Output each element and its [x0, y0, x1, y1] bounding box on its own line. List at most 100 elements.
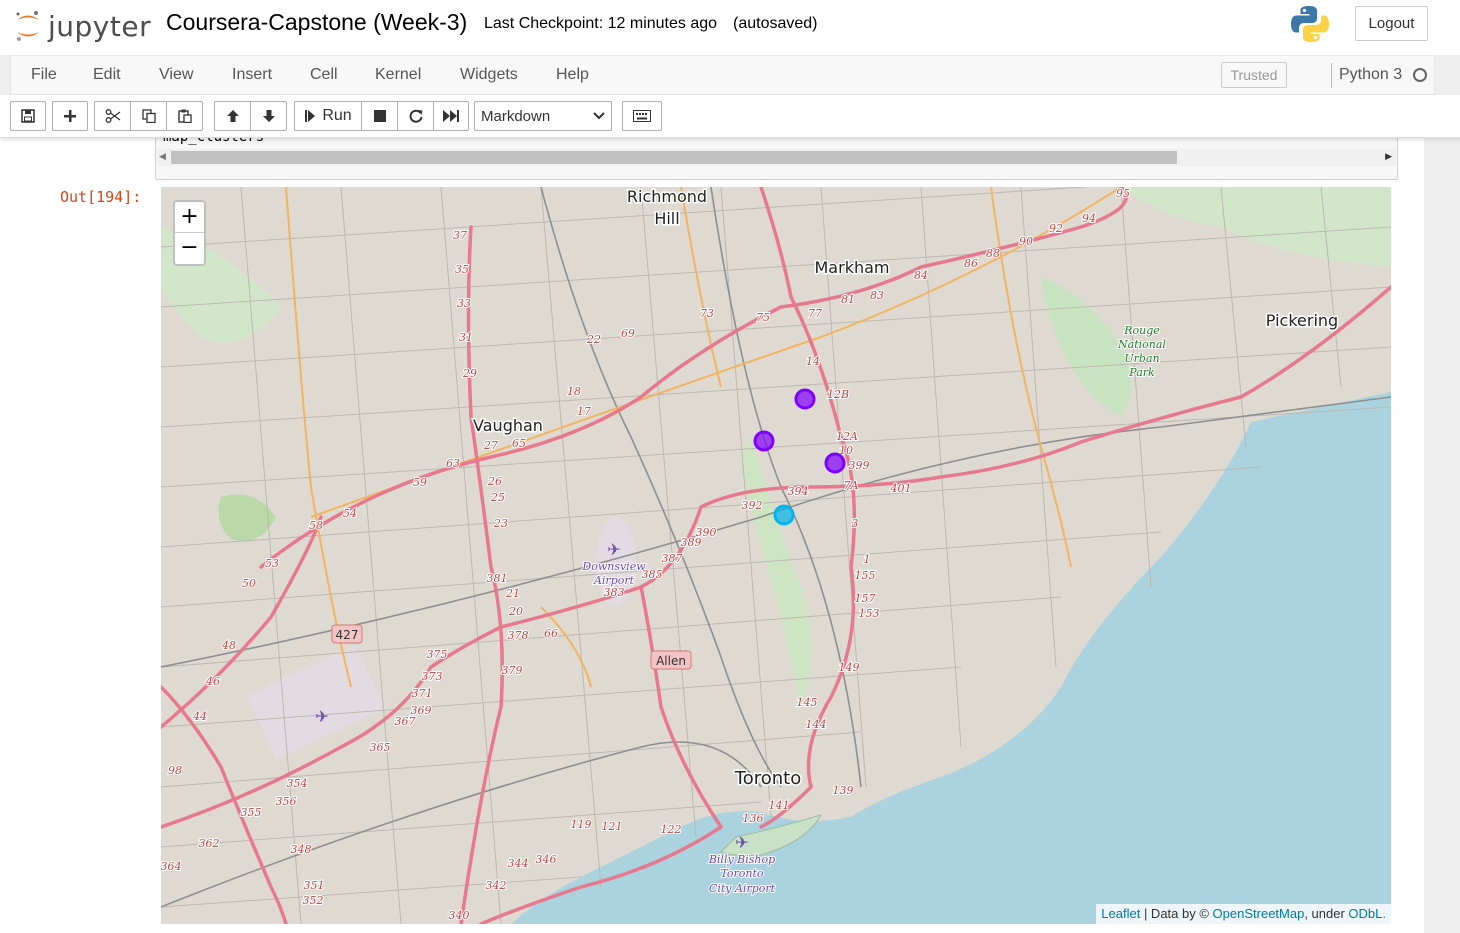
autosave-status: (autosaved) — [733, 15, 818, 32]
restart-button[interactable] — [397, 101, 434, 131]
checkpoint-status: Last Checkpoint: 12 minutes ago — [484, 15, 718, 32]
plus-icon — [64, 110, 76, 122]
keyboard-icon — [633, 110, 651, 122]
label-toronto: Toronto — [734, 768, 801, 789]
route-number-label: 352 — [303, 894, 324, 907]
cluster-1-marker[interactable] — [753, 430, 775, 452]
jupyter-logo[interactable]: jupyter — [14, 6, 154, 46]
label-billy-2: Toronto — [720, 867, 763, 880]
route-number-label: 157 — [855, 592, 876, 605]
route-number-label: 37 — [453, 229, 467, 242]
horizontal-scrollbar[interactable]: ◀ ▶ — [157, 149, 1396, 166]
route-number-label: 355 — [241, 806, 262, 819]
cluster-1-marker[interactable] — [794, 388, 816, 410]
route-number-label: 23 — [493, 517, 508, 530]
route-number-label: 346 — [536, 853, 557, 866]
leaflet-link[interactable]: Leaflet — [1101, 906, 1140, 921]
restart-run-all-button[interactable] — [433, 101, 469, 131]
zoom-out-button[interactable]: − — [175, 233, 204, 264]
route-number-label: 348 — [291, 843, 312, 856]
label-downsview-1: Downsview — [581, 560, 646, 573]
cluster-2-marker[interactable] — [773, 504, 795, 526]
menubar: File Edit View Insert Cell Kernel Widget… — [10, 55, 1435, 95]
route-number-label: 44 — [192, 710, 207, 723]
cell-type-select[interactable]: Markdown — [474, 101, 612, 131]
command-palette-button[interactable] — [622, 101, 662, 131]
park-west — [218, 494, 276, 541]
code-cell-input[interactable]: map_clusters ◀ ▶ — [155, 138, 1398, 180]
menu-help[interactable]: Help — [556, 66, 589, 84]
scroll-right-arrow-icon[interactable]: ▶ — [1385, 151, 1392, 162]
highway-allen-label: Allen — [656, 654, 686, 668]
interrupt-button[interactable] — [361, 101, 398, 131]
save-button[interactable] — [10, 101, 46, 131]
openstreetmap-link[interactable]: OpenStreetMap — [1213, 906, 1305, 921]
logout-button[interactable]: Logout — [1355, 6, 1428, 41]
arrow-down-icon — [262, 110, 275, 122]
insert-cell-button[interactable] — [52, 101, 88, 131]
route-number-label: 98 — [168, 764, 182, 777]
route-number-label: 46 — [205, 675, 220, 688]
route-number-label: 53 — [265, 557, 279, 570]
label-pickering: Pickering — [1266, 311, 1338, 330]
route-number-label: 149 — [839, 661, 860, 674]
route-number-label: 375 — [427, 648, 448, 661]
run-button[interactable]: Run — [294, 101, 362, 131]
scrollbar-thumb[interactable] — [171, 151, 1177, 164]
route-number-label: 342 — [486, 879, 507, 892]
menu-kernel[interactable]: Kernel — [375, 66, 421, 84]
route-number-label: 379 — [502, 664, 523, 677]
zoom-in-button[interactable]: + — [175, 202, 204, 233]
odbl-link[interactable]: ODbL. — [1348, 906, 1386, 921]
restart-icon — [409, 109, 422, 123]
paste-button[interactable] — [166, 101, 203, 131]
route-number-label: 86 — [964, 257, 978, 270]
kernel-idle-icon — [1413, 68, 1427, 82]
label-richmond: Richmond — [627, 187, 707, 206]
trusted-indicator[interactable]: Trusted — [1221, 62, 1287, 88]
route-number-label: 145 — [797, 696, 818, 709]
route-number-label: 369 — [411, 704, 432, 717]
route-number-label: 371 — [412, 687, 433, 700]
cut-icon — [105, 109, 120, 123]
kernel-divider — [1331, 63, 1332, 88]
menu-cell[interactable]: Cell — [310, 66, 338, 84]
route-number-label: 59 — [413, 476, 427, 489]
lake-ontario — [511, 392, 1391, 924]
route-number-label: 401 — [890, 482, 912, 495]
route-number-label: 25 — [490, 491, 505, 504]
python-logo-icon — [1291, 6, 1329, 43]
move-up-button[interactable] — [214, 101, 251, 131]
route-number-label: 33 — [457, 297, 471, 310]
route-number-label: 58 — [309, 519, 323, 532]
route-number-label: 35 — [455, 263, 469, 276]
route-number-label: 83 — [870, 289, 884, 302]
route-number-label: 7A — [844, 479, 859, 492]
menu-widgets[interactable]: Widgets — [460, 66, 518, 84]
cut-button[interactable] — [94, 101, 131, 131]
copy-button[interactable] — [130, 101, 167, 131]
route-number-label: 18 — [567, 385, 581, 398]
menu-file[interactable]: File — [31, 66, 57, 84]
notebook-title[interactable]: Coursera-Capstone (Week-3) — [166, 9, 467, 36]
label-vaughan: Vaughan — [473, 416, 543, 435]
menu-insert[interactable]: Insert — [232, 66, 272, 84]
cluster-1-marker[interactable] — [824, 452, 846, 474]
menu-view[interactable]: View — [159, 66, 193, 84]
scroll-left-arrow-icon[interactable]: ◀ — [159, 151, 166, 162]
route-number-label: 54 — [343, 507, 357, 520]
route-number-label: 144 — [806, 718, 827, 731]
route-number-label: 383 — [604, 586, 625, 599]
menu-edit[interactable]: Edit — [93, 66, 121, 84]
route-number-label: 22 — [586, 333, 601, 346]
chevron-down-icon — [593, 112, 605, 120]
route-number-label: 75 — [756, 311, 770, 324]
route-number-label: 77 — [808, 307, 822, 320]
route-number-label: 21 — [505, 587, 520, 600]
step-icon — [305, 110, 316, 122]
page-scrollbar[interactable] — [1424, 138, 1460, 933]
label-rouge-4: Park — [1128, 366, 1155, 379]
route-number-label: 92 — [1049, 222, 1063, 235]
leaflet-map[interactable]: Richmond Hill Markham Vaughan Pickering … — [161, 187, 1391, 924]
move-down-button[interactable] — [250, 101, 287, 131]
